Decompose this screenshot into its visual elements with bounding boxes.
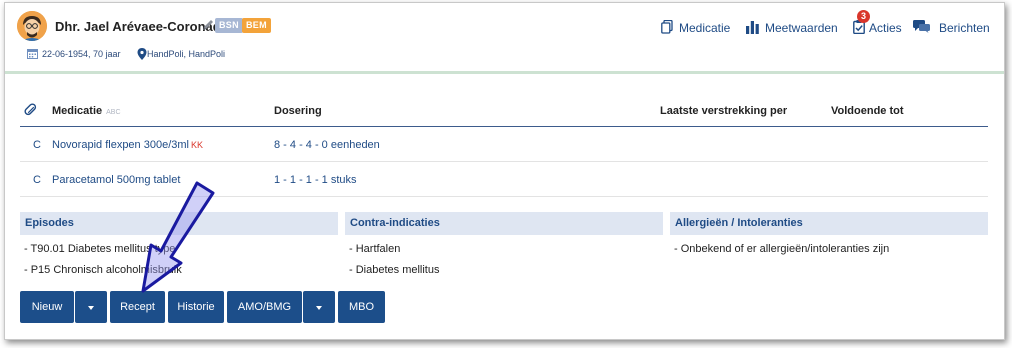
row-code: C — [33, 139, 41, 151]
patient-avatar — [17, 11, 47, 41]
medication-table-header: Medicatie ABC Dosering Laatste verstrekki… — [20, 99, 988, 127]
col-medicatie-label: Medicatie — [52, 105, 103, 117]
nav-acties-label: Acties — [869, 21, 902, 35]
patient-dob: 22-06-1954, 70 jaar — [42, 49, 121, 59]
nav-berichten-label: Berichten — [939, 21, 990, 35]
abc-sort-indicator[interactable]: ABC — [106, 109, 120, 116]
copy-icon — [661, 20, 673, 34]
amo-bmg-dropdown-button[interactable] — [303, 291, 335, 323]
row-dose: 8 - 4 - 4 - 0 eenheden — [274, 139, 380, 151]
row-medication-name[interactable]: Novorapid flexpen 300e/3ml KK — [52, 139, 203, 151]
col-header-laatste-verstrekking: Laatste verstrekking per — [660, 105, 788, 117]
header-divider — [5, 71, 1004, 74]
col-header-medicatie[interactable]: Medicatie ABC — [52, 105, 121, 117]
list-item: - Onbekend of er allergieën/intolerantie… — [674, 243, 890, 255]
bar-chart-icon — [746, 21, 759, 34]
list-item: - Hartfalen — [349, 243, 401, 255]
medication-name-text: Novorapid flexpen 300e/3ml — [52, 139, 189, 151]
annotation-arrow — [141, 181, 215, 293]
amo-bmg-button[interactable]: AMO/BMG — [227, 291, 302, 323]
patient-location: HandPoli, HandPoli — [147, 49, 226, 59]
nieuw-button[interactable]: Nieuw — [20, 291, 74, 323]
bem-badge: BEM — [242, 18, 271, 33]
table-row[interactable]: C Novorapid flexpen 300e/3ml KK 8 - 4 - 4… — [20, 127, 988, 162]
col-header-dosering: Dosering — [274, 105, 322, 117]
kk-flag: KK — [190, 140, 203, 150]
list-item: - Diabetes mellitus — [349, 264, 440, 276]
contra-indications-title: Contra-indicaties — [345, 212, 663, 235]
bsn-badge: BSN — [215, 18, 243, 33]
nieuw-dropdown-button[interactable] — [75, 291, 107, 323]
mbo-button[interactable]: MBO — [338, 291, 385, 323]
app-window: Dhr. Jael Arévaee-Coronado BSN BEM 22-06… — [4, 2, 1005, 340]
allergies-title: Allergieën / Intoleranties — [670, 212, 988, 235]
row-dose: 1 - 1 - 1 - 1 stuks — [274, 174, 357, 186]
allergies-panel: Allergieën / Intoleranties - Onbekend of… — [670, 212, 988, 260]
caret-down-icon — [316, 305, 322, 310]
pill-icon — [24, 103, 37, 116]
acties-count-badge: 3 — [857, 10, 870, 23]
nav-medicatie-label: Medicatie — [679, 21, 731, 35]
col-header-voldoende-tot: Voldoende tot — [831, 105, 904, 117]
patient-header: Dhr. Jael Arévaee-Coronado BSN BEM 22-06… — [5, 3, 1004, 71]
pencil-icon[interactable] — [201, 18, 215, 32]
nav-meetwaarden-label: Meetwaarden — [765, 21, 838, 35]
contra-indications-panel: Contra-indicaties - Hartfalen - Diabetes… — [345, 212, 663, 281]
caret-down-icon — [88, 305, 94, 310]
location-pin-icon — [137, 48, 147, 60]
row-code: C — [33, 174, 41, 186]
calendar-icon — [27, 49, 38, 59]
chat-bubbles-icon — [913, 20, 930, 33]
